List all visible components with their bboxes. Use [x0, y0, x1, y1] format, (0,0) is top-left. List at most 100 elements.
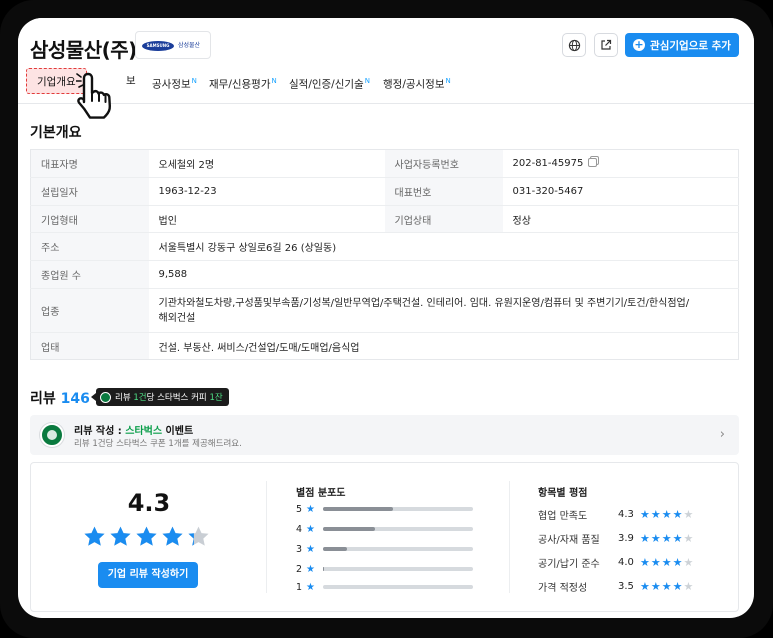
star-icon: ★: [306, 543, 315, 555]
star-icon: [161, 525, 184, 551]
company-header: 삼성물산(주) SAMSUNG 삼성물산 + 관심기업으로 추가 기업개요 보 …: [18, 18, 754, 119]
category-stars: ★ ★ ★ ★ ★: [640, 532, 693, 545]
distribution-bar-fill: [322, 547, 347, 551]
table-row: 기업형태 법인 기업상태 정상: [30, 205, 739, 233]
star-icon: ★: [650, 507, 661, 521]
review-summary: 4.3 기업 리뷰 작성하기 별점 분포도 5 ★ 4 ★ 3 ★ 2 ★ 1 ★ 항목별 평점 …: [30, 462, 739, 612]
event-title: 리뷰 작성 : 스타벅스 이벤트: [74, 426, 194, 437]
tab-finance[interactable]: 재무/신용평가N: [209, 68, 277, 94]
add-interest-button[interactable]: + 관심기업으로 추가: [625, 33, 739, 57]
star-icon: ★: [672, 507, 683, 521]
table-row: 업태 건설. 부동산. 써비스/건설업/도매/도매업/음식업: [30, 332, 739, 360]
category-label: 공기/납기 준수: [538, 558, 600, 570]
star-icon: ★: [683, 579, 694, 593]
basic-info-table: 대표자명 오세철외 2명 사업자등록번호 202-81-45975 설립일자 1…: [30, 149, 739, 360]
table-row: 주소 서울특별시 강동구 상일로6길 26 (상일동): [30, 232, 739, 261]
star-icon: ★: [306, 523, 315, 535]
table-row: 업종 기관차와철도차량,구성품및부속품/기성복/일반무역업/주택건설. 인테리어…: [30, 288, 739, 333]
category-title: 항목별 평점: [538, 488, 588, 499]
company-logo: SAMSUNG 삼성물산: [135, 31, 211, 59]
chevron-right-icon: ›: [719, 427, 725, 442]
star-icon: [135, 525, 158, 551]
star-icon: ★: [683, 531, 694, 545]
external-link-icon: [601, 39, 612, 50]
divider: [509, 481, 510, 593]
star-icon: ★: [650, 555, 661, 569]
app-screen: 삼성물산(주) SAMSUNG 삼성물산 + 관심기업으로 추가 기업개요 보 …: [18, 18, 754, 618]
category-stars: ★ ★ ★ ★ ★: [640, 556, 693, 569]
category-stars: ★ ★ ★ ★ ★: [640, 508, 693, 521]
tab-construction[interactable]: 공사정보N: [152, 68, 197, 94]
category-value: 3.5: [618, 580, 634, 592]
star-level: 2: [296, 563, 303, 575]
star-icon: [83, 525, 106, 551]
star-icon: [187, 525, 210, 551]
distribution-bar-fill: [322, 507, 394, 511]
distribution-bar-fill: [322, 527, 376, 531]
distribution-bar: [322, 527, 473, 531]
tab-performance[interactable]: 실적/인증/신기술N: [289, 68, 370, 94]
star-icon: ★: [683, 507, 694, 521]
average-rating: 4.3: [127, 489, 171, 517]
distribution-bar: [322, 547, 473, 551]
star-icon: ★: [306, 563, 315, 575]
share-button[interactable]: [594, 33, 618, 57]
review-event-banner[interactable]: 리뷰 작성 : 스타벅스 이벤트 리뷰 1건당 스타벅스 쿠폰 1개를 제공해드…: [30, 415, 739, 455]
business-number: 202-81-45975: [512, 158, 584, 169]
distribution-bar: [322, 585, 473, 589]
event-subtitle: 리뷰 1건당 스타벅스 쿠폰 1개를 제공해드려요.: [74, 439, 242, 449]
table-row: 종업원 수 9,588: [30, 260, 739, 289]
star-level: 4: [296, 523, 303, 535]
star-level: 1: [296, 581, 303, 593]
tab-admin[interactable]: 행정/공시정보N: [383, 68, 451, 94]
star-icon: ★: [661, 579, 672, 593]
star-icon: ★: [650, 531, 661, 545]
distribution-title: 별점 분포도: [296, 488, 346, 499]
distribution-bar-fill: [322, 567, 325, 571]
table-row: 설립일자 1963-12-23 대표번호 031-320-5467: [30, 177, 739, 206]
distribution-row: 1 ★: [296, 581, 473, 593]
category-value: 4.3: [618, 508, 634, 520]
category-rating-row: 가격 적정성 3.5 ★ ★ ★ ★ ★: [538, 579, 693, 594]
basic-info-title: 기본개요: [30, 125, 82, 141]
review-title: 리뷰 146: [30, 391, 90, 407]
category-rating-row: 공사/자재 품질 3.9 ★ ★ ★ ★ ★: [538, 531, 693, 546]
website-button[interactable]: [562, 33, 586, 57]
pointer-hand-icon: [76, 72, 112, 119]
distribution-bar: [322, 567, 473, 571]
write-review-button[interactable]: 기업 리뷰 작성하기: [98, 562, 198, 588]
distribution-row: 3 ★: [296, 543, 473, 555]
star-icon: ★: [661, 531, 672, 545]
distribution-row: 5 ★: [296, 503, 473, 515]
star-icon: ★: [672, 555, 683, 569]
distribution-bar: [322, 507, 473, 511]
star-icon: ★: [661, 555, 672, 569]
category-rating-row: 협업 만족도 4.3 ★ ★ ★ ★ ★: [538, 507, 693, 522]
star-icon: ★: [640, 579, 650, 593]
company-name: 삼성물산(주): [30, 38, 137, 62]
average-stars: [83, 525, 210, 551]
star-level: 5: [296, 503, 303, 515]
review-event-badge: 리뷰 1건당 스타벅스 커피 1잔: [91, 388, 229, 406]
star-icon: ★: [640, 507, 650, 521]
plus-icon: +: [633, 38, 646, 51]
star-icon: ★: [640, 531, 650, 545]
category-value: 4.0: [618, 556, 634, 568]
star-icon: ★: [672, 579, 683, 593]
category-label: 공사/자재 품질: [538, 534, 600, 546]
star-icon: ★: [672, 531, 683, 545]
star-icon: ★: [683, 555, 694, 569]
globe-icon: [568, 39, 580, 51]
distribution-row: 4 ★: [296, 523, 473, 535]
star-icon: [109, 525, 132, 551]
table-row: 대표자명 오세철외 2명 사업자등록번호 202-81-45975: [30, 149, 739, 178]
star-icon: ★: [306, 503, 315, 515]
category-label: 협업 만족도: [538, 510, 588, 522]
copy-icon[interactable]: [588, 158, 598, 167]
star-icon: ★: [661, 507, 672, 521]
starbucks-logo-icon: [40, 423, 64, 447]
starbucks-logo-icon: [100, 391, 111, 403]
star-icon: ★: [306, 581, 315, 593]
category-stars: ★ ★ ★ ★ ★: [640, 580, 693, 593]
star-icon: ★: [650, 579, 661, 593]
